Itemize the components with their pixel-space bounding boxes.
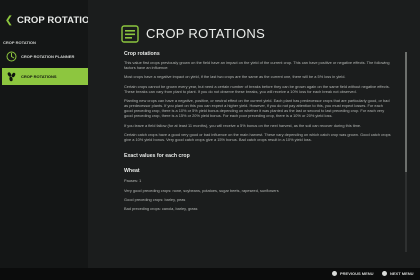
crop-detail: Good preceding crops: barley, peas bbox=[124, 196, 186, 202]
paragraph: If you leave a field fallow (for at leas… bbox=[124, 122, 362, 128]
crop-detail: Pauses: 1 bbox=[124, 178, 142, 184]
article-content: Crop rotations This value first crops pr… bbox=[124, 51, 392, 215]
seeds-icon bbox=[5, 71, 17, 83]
crop-detail: Bad preceding crops: canola, barley, gra… bbox=[124, 206, 198, 212]
sidebar-item-label: CROP ROTATION PLANNER bbox=[21, 54, 75, 59]
scrollbar[interactable] bbox=[405, 52, 407, 252]
app-title: CROP ROTATION bbox=[17, 15, 97, 26]
next-menu-label: NEXT MENU bbox=[390, 271, 414, 276]
crop-detail: Very good preceding crops: none, soybean… bbox=[124, 187, 279, 193]
sidebar: ❮ CROP ROTATION CROP ROTATION CROP ROTAT… bbox=[0, 0, 96, 280]
planner-icon bbox=[5, 51, 17, 63]
footer-bar: PREVIOUS MENU NEXT MENU bbox=[0, 268, 420, 280]
paragraph: Certain crops cannot be grown every year… bbox=[124, 83, 390, 94]
page-title: CROP ROTATIONS bbox=[146, 26, 266, 41]
button-prompt-icon bbox=[332, 271, 337, 276]
paragraph: Certain catch crops have a good very goo… bbox=[124, 131, 391, 143]
exact-values-heading: Exact values for each crop bbox=[124, 153, 190, 160]
button-prompt-icon bbox=[382, 271, 387, 276]
paragraph: This value first crops previously grown … bbox=[124, 60, 390, 71]
crop-rotation-icon bbox=[120, 24, 140, 44]
paragraph: Planting new crops can have a negative, … bbox=[124, 98, 390, 119]
crop-name: Wheat bbox=[124, 168, 140, 175]
chevron-left-icon[interactable]: ❮ bbox=[4, 16, 14, 26]
sidebar-section-label: CROP ROTATION bbox=[3, 40, 36, 45]
scrollbar-thumb[interactable] bbox=[405, 52, 407, 172]
sidebar-item-label: CROP ROTATIONS bbox=[21, 74, 57, 79]
next-menu-button[interactable]: NEXT MENU bbox=[382, 271, 414, 276]
paragraph: Most crops have a negative impact on yie… bbox=[124, 74, 346, 80]
article-heading: Crop rotations bbox=[124, 51, 160, 57]
previous-menu-label: PREVIOUS MENU bbox=[340, 271, 374, 276]
sidebar-item-crop-rotation-planner[interactable]: CROP ROTATION PLANNER bbox=[2, 48, 88, 65]
previous-menu-button[interactable]: PREVIOUS MENU bbox=[332, 271, 374, 276]
sidebar-item-crop-rotations[interactable]: CROP ROTATIONS bbox=[2, 68, 88, 85]
